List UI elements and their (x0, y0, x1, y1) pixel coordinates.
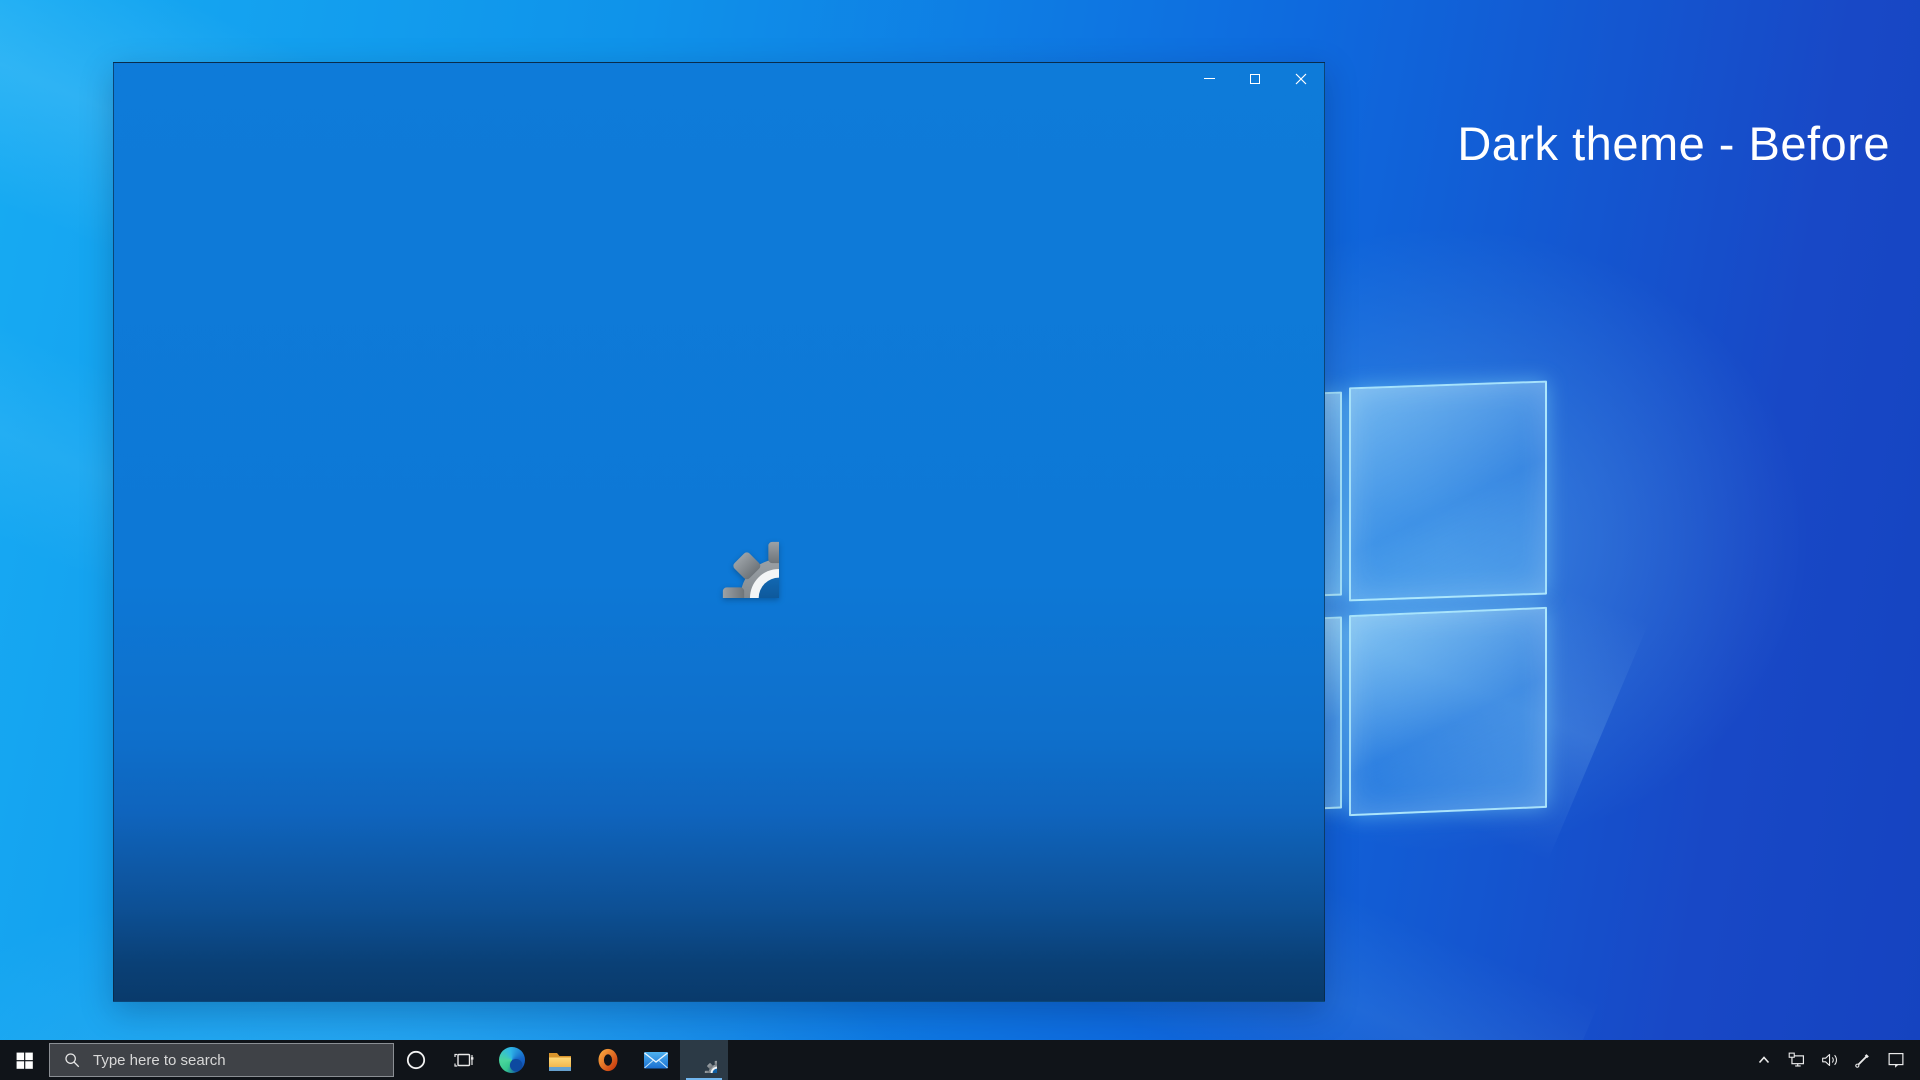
chevron-up-icon (1755, 1051, 1773, 1069)
minimize-button[interactable] (1186, 63, 1232, 94)
edge-icon (499, 1047, 525, 1073)
taskbar-item-settings[interactable] (680, 1040, 728, 1080)
task-view-icon (452, 1048, 476, 1072)
windows-ink-button[interactable] (1849, 1040, 1877, 1080)
taskbar-item-file-explorer[interactable] (536, 1040, 584, 1080)
taskbar: Type here to search (0, 1040, 1920, 1080)
file-explorer-icon (547, 1048, 573, 1072)
pen-icon (1852, 1049, 1874, 1071)
settings-window (113, 62, 1325, 1002)
taskbar-item-task-view[interactable] (440, 1040, 488, 1080)
network-button[interactable] (1783, 1040, 1811, 1080)
network-icon (1786, 1049, 1808, 1071)
system-tray (1750, 1040, 1920, 1080)
search-icon (63, 1051, 81, 1069)
volume-button[interactable] (1816, 1040, 1844, 1080)
windows-logo-pane (1349, 607, 1547, 816)
taskbar-item-mail[interactable] (632, 1040, 680, 1080)
maximize-button[interactable] (1232, 63, 1278, 94)
window-titlebar[interactable] (114, 63, 1324, 95)
windows-logo-pane (1349, 381, 1547, 602)
window-controls (1186, 63, 1324, 94)
taskbar-item-office[interactable] (584, 1040, 632, 1080)
taskbar-item-edge[interactable] (488, 1040, 536, 1080)
cortana-icon (404, 1048, 428, 1072)
volume-icon (1819, 1049, 1841, 1071)
mail-icon (643, 1050, 669, 1070)
close-button[interactable] (1278, 63, 1324, 94)
action-center-button[interactable] (1882, 1040, 1910, 1080)
action-center-icon (1885, 1049, 1907, 1071)
taskbar-item-cortana[interactable] (392, 1040, 440, 1080)
windows-start-icon (15, 1051, 34, 1070)
show-hidden-icons-button[interactable] (1750, 1040, 1778, 1080)
desktop: Dark theme - Before (0, 0, 1920, 1080)
settings-gear-icon (659, 478, 779, 598)
caption-text: Dark theme - Before (1457, 116, 1890, 171)
settings-gear-icon (691, 1047, 717, 1073)
office-icon (595, 1047, 621, 1073)
close-icon (1295, 73, 1307, 85)
taskbar-apps (392, 1040, 728, 1080)
search-placeholder: Type here to search (93, 1052, 226, 1069)
start-button[interactable] (0, 1040, 48, 1080)
search-input[interactable]: Type here to search (49, 1043, 394, 1077)
maximize-icon (1250, 74, 1260, 84)
minimize-icon (1204, 78, 1215, 79)
